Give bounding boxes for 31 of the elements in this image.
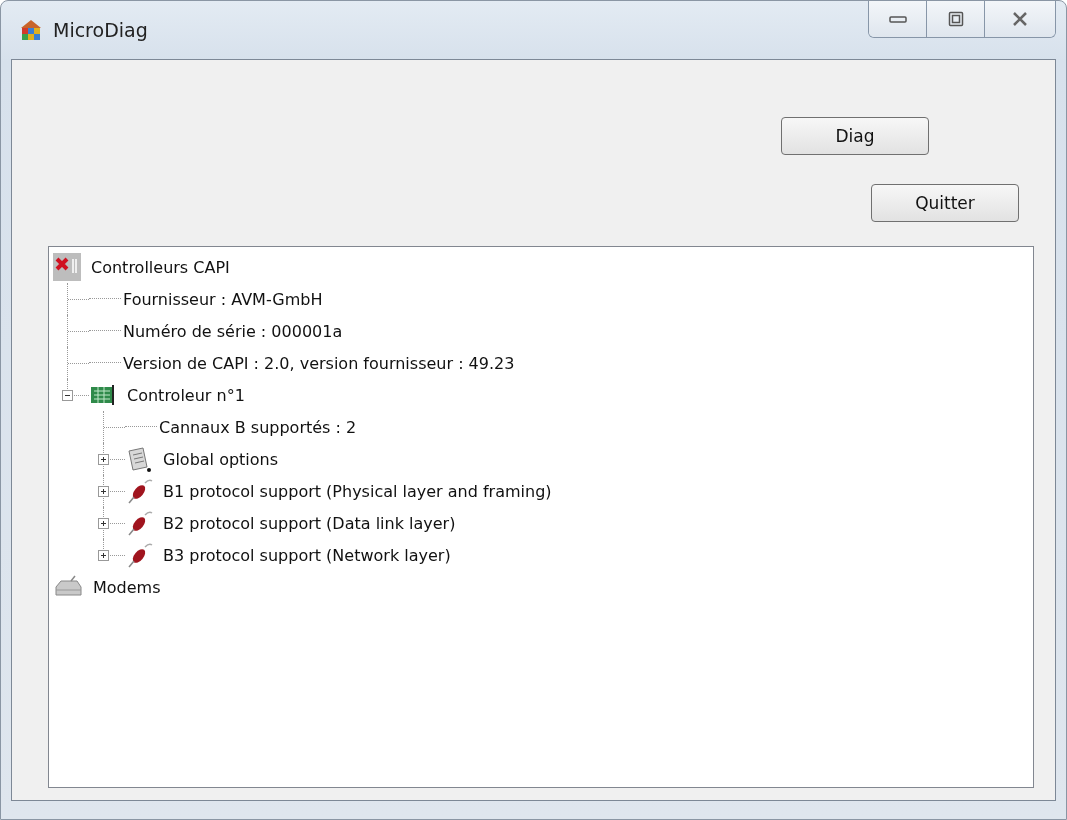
expand-toggle[interactable] xyxy=(98,518,109,529)
tree-item[interactable]: Cannaux B supportés : 2 xyxy=(157,417,359,437)
tree-item[interactable]: B2 protocol support (Data link layer) xyxy=(161,513,458,533)
expand-toggle[interactable] xyxy=(98,550,109,561)
tree-item[interactable]: Controlleurs CAPI xyxy=(89,257,232,277)
close-button[interactable] xyxy=(985,1,1055,37)
window-title: MicroDiag xyxy=(53,19,148,41)
collapse-toggle[interactable] xyxy=(62,390,73,401)
cross-mark-icon xyxy=(53,253,81,281)
document-icon xyxy=(125,445,153,473)
maximize-icon xyxy=(947,11,964,27)
quit-button[interactable]: Quitter xyxy=(871,184,1019,222)
tree-item[interactable]: B3 protocol support (Network layer) xyxy=(161,545,453,565)
plug-icon xyxy=(125,477,153,505)
tree-item[interactable]: B1 protocol support (Physical layer and framing) xyxy=(161,481,554,501)
tree-item[interactable]: Global options xyxy=(161,449,281,469)
expand-toggle[interactable] xyxy=(98,486,109,497)
plug-icon xyxy=(125,509,153,537)
minimize-icon xyxy=(887,13,908,25)
plug-icon xyxy=(125,541,153,569)
diag-button[interactable]: Diag xyxy=(781,117,929,155)
app-icon xyxy=(19,18,43,42)
expand-toggle[interactable] xyxy=(98,454,109,465)
tree-item[interactable]: Numéro de série : 000001a xyxy=(121,321,345,341)
tree-item[interactable]: Modems xyxy=(91,577,163,597)
minimize-button[interactable] xyxy=(869,1,927,37)
maximize-button[interactable] xyxy=(927,1,985,37)
tree-item[interactable]: Fournisseur : AVM-GmbH xyxy=(121,289,325,309)
close-icon xyxy=(1012,11,1028,27)
tree-item[interactable]: Controleur n°1 xyxy=(125,385,247,405)
tree-item[interactable]: Version de CAPI : 2.0, version fournisseur : 49.23 xyxy=(121,353,517,373)
